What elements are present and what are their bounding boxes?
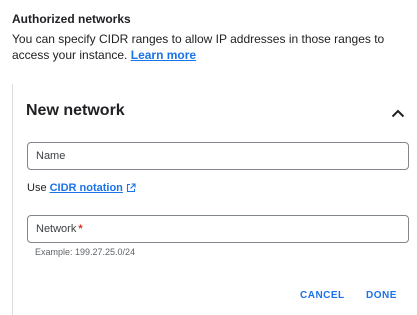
cidr-notation-link[interactable]: CIDR notation [50,182,123,194]
required-mark: * [78,223,83,235]
cancel-button[interactable]: CANCEL [300,290,345,301]
network-hint: Example: 199.27.25.0/24 [35,247,136,257]
cidr-help-row: Use CIDR notation [27,182,136,194]
name-field[interactable] [27,142,409,170]
network-label: Network [36,223,77,235]
network-field[interactable]: Network * [27,215,409,243]
name-input[interactable] [36,150,408,162]
done-button[interactable]: DONE [366,290,397,301]
chevron-up-icon [391,109,405,117]
external-link-icon[interactable] [126,183,136,193]
authorized-networks-panel: Authorized networks You can specify CIDR… [0,0,417,315]
section-title: Authorized networks [12,12,131,26]
new-network-card: New network Use CIDR notation Network * … [12,84,417,315]
cidr-prefix: Use [27,182,47,194]
section-description: You can specify CIDR ranges to allow IP … [12,31,407,63]
collapse-button[interactable] [389,104,407,122]
card-title: New network [26,102,125,119]
learn-more-link[interactable]: Learn more [131,48,196,62]
description-text: You can specify CIDR ranges to allow IP … [12,32,385,62]
